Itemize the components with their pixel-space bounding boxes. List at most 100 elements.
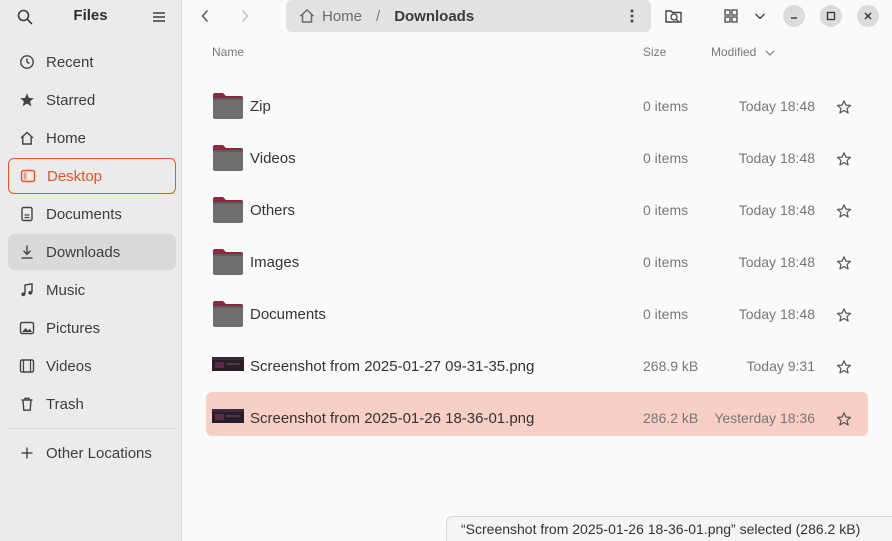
- chevron-right-icon: [241, 9, 249, 23]
- sidebar-item-home[interactable]: Home: [8, 120, 176, 156]
- column-header-modified[interactable]: Modified: [711, 45, 776, 59]
- sidebar-item-label: Home: [46, 129, 87, 147]
- sidebar-item-label: Videos: [46, 357, 92, 375]
- file-name: Images: [250, 254, 300, 271]
- back-button[interactable]: [193, 5, 217, 27]
- home-icon: [298, 7, 316, 25]
- picture-icon: [18, 319, 36, 337]
- file-row[interactable]: Screenshot from 2025-01-27 09-31-35.png …: [206, 340, 868, 384]
- file-row[interactable]: Others 0 items Today 18:48: [206, 184, 868, 228]
- home-icon: [18, 129, 36, 147]
- folder-icon: [213, 301, 243, 327]
- file-row[interactable]: Screenshot from 2025-01-26 18-36-01.png …: [206, 392, 868, 436]
- more-options-icon[interactable]: [623, 7, 641, 25]
- column-header-modified-label: Modified: [711, 45, 757, 59]
- image-thumbnail-icon: [212, 357, 244, 371]
- clock-icon: [18, 53, 36, 71]
- file-name: Screenshot from 2025-01-26 18-36-01.png: [250, 410, 535, 427]
- file-size: 0 items: [643, 150, 689, 166]
- sidebar-item-downloads[interactable]: Downloads: [8, 234, 176, 270]
- star-toggle-icon[interactable]: [836, 359, 852, 375]
- sidebar-item-trash[interactable]: Trash: [8, 386, 176, 422]
- star-toggle-icon[interactable]: [836, 255, 852, 271]
- sidebar-header: Files: [0, 0, 181, 33]
- sort-descending-icon: [765, 50, 775, 56]
- file-name: Documents: [250, 306, 326, 323]
- file-modified: Today 18:48: [738, 150, 815, 166]
- sidebar-item-label: Downloads: [46, 243, 121, 261]
- file-size: 268.9 kB: [643, 358, 699, 374]
- star-toggle-icon[interactable]: [836, 203, 852, 219]
- file-row[interactable]: Videos 0 items Today 18:48: [206, 132, 868, 176]
- sidebar-item-label: Documents: [46, 205, 122, 223]
- folder-search-icon: [665, 10, 682, 23]
- minimize-button[interactable]: [783, 5, 805, 27]
- hamburger-menu-icon[interactable]: [150, 8, 168, 26]
- file-row[interactable]: Documents 0 items Today 18:48: [206, 288, 868, 332]
- star-icon: [18, 91, 36, 109]
- sidebar-item-starred[interactable]: Starred: [8, 82, 176, 118]
- grid-view-icon: [724, 9, 738, 23]
- file-modified: Yesterday 18:36: [714, 410, 815, 426]
- view-grid-button[interactable]: [720, 6, 742, 26]
- file-modified: Today 18:48: [738, 202, 815, 218]
- file-modified: Today 18:48: [738, 306, 815, 322]
- breadcrumb-current[interactable]: Downloads: [394, 8, 474, 25]
- folder-icon: [213, 145, 243, 171]
- maximize-button[interactable]: [820, 5, 842, 27]
- sidebar-item-pictures[interactable]: Pictures: [8, 310, 176, 346]
- star-toggle-icon[interactable]: [836, 99, 852, 115]
- sidebar: Files Recent Starred Home Desktop Docume…: [0, 0, 182, 541]
- image-thumbnail-icon: [212, 409, 244, 423]
- sidebar-item-label: Pictures: [46, 319, 101, 337]
- sidebar-item-videos[interactable]: Videos: [8, 348, 176, 384]
- header-bar: Home / Downloads: [183, 0, 892, 33]
- plus-icon: [18, 444, 36, 462]
- file-size: 0 items: [643, 254, 689, 270]
- file-size: 0 items: [643, 306, 689, 322]
- chevron-down-icon: [754, 13, 766, 20]
- star-toggle-icon[interactable]: [836, 307, 852, 323]
- file-name: Videos: [250, 150, 296, 167]
- file-modified: Today 18:48: [738, 254, 815, 270]
- sidebar-item-documents[interactable]: Documents: [8, 196, 176, 232]
- file-row[interactable]: Images 0 items Today 18:48: [206, 236, 868, 280]
- file-size: 286.2 kB: [643, 410, 699, 426]
- trash-icon: [18, 395, 36, 413]
- sidebar-item-recent[interactable]: Recent: [8, 44, 176, 80]
- selection-status: “Screenshot from 2025-01-26 18-36-01.png…: [446, 516, 892, 541]
- breadcrumb-home[interactable]: Home: [322, 8, 362, 25]
- star-toggle-icon[interactable]: [836, 151, 852, 167]
- location-bar[interactable]: Home / Downloads: [286, 0, 651, 32]
- sidebar-item-label: Starred: [46, 91, 96, 109]
- file-size: 0 items: [643, 202, 689, 218]
- main-pane: Home / Downloads Name Size Modified Zip …: [183, 0, 892, 541]
- desktop-icon: [19, 167, 37, 185]
- sidebar-item-label: Music: [46, 281, 86, 299]
- view-options-dropdown[interactable]: [749, 6, 771, 26]
- folder-icon: [213, 249, 243, 275]
- close-button[interactable]: [857, 5, 879, 27]
- breadcrumb-separator: /: [376, 7, 381, 25]
- search-files-button[interactable]: [663, 6, 685, 26]
- file-row[interactable]: Zip 0 items Today 18:48: [206, 80, 868, 124]
- chevron-left-icon: [201, 9, 209, 23]
- sidebar-item-other-locations[interactable]: Other Locations: [8, 435, 176, 471]
- column-header-name[interactable]: Name: [212, 45, 244, 59]
- sidebar-item-music[interactable]: Music: [8, 272, 176, 308]
- file-name: Others: [250, 202, 296, 219]
- file-modified: Today 9:31: [746, 358, 816, 374]
- file-list: Zip 0 items Today 18:48 Videos 0 items T…: [206, 80, 868, 444]
- download-icon: [18, 243, 36, 261]
- file-size: 0 items: [643, 98, 689, 114]
- video-icon: [18, 357, 36, 375]
- column-header-size[interactable]: Size: [643, 45, 666, 59]
- sidebar-item-label: Desktop: [47, 167, 103, 185]
- sidebar-item-label: Trash: [46, 395, 84, 413]
- folder-icon: [213, 197, 243, 223]
- sidebar-item-label: Recent: [46, 53, 94, 71]
- sidebar-places: Recent Starred Home Desktop Documents Do…: [8, 44, 176, 473]
- sidebar-item-desktop[interactable]: Desktop: [8, 158, 176, 194]
- star-toggle-icon[interactable]: [836, 411, 852, 427]
- forward-button[interactable]: [233, 5, 257, 27]
